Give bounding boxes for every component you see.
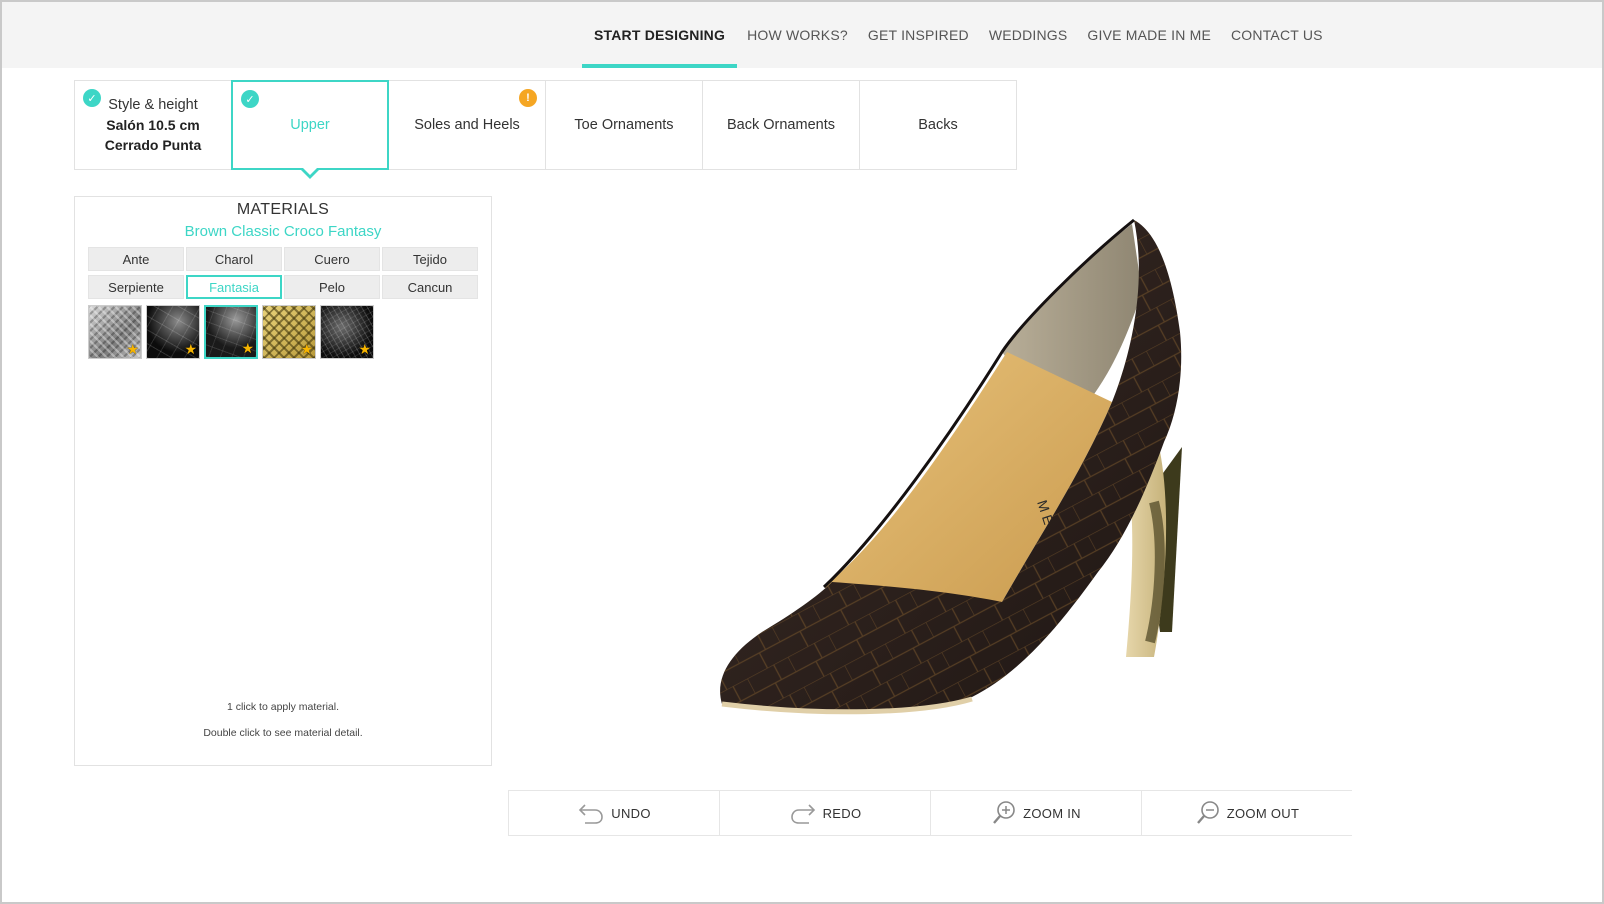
zoom-in-label: ZOOM IN	[1023, 805, 1081, 821]
zoom-out-button[interactable]: ZOOM OUT	[1141, 791, 1352, 835]
material-swatch-selected[interactable]: ★	[204, 305, 258, 359]
zoom-out-label: ZOOM OUT	[1226, 805, 1300, 821]
main-nav: START DESIGNING HOW WORKS? GET INSPIRED …	[582, 2, 1333, 68]
nav-how-works[interactable]: HOW WORKS?	[737, 2, 858, 68]
zoom-out-icon	[1196, 801, 1219, 824]
selected-material-name: Brown Classic Croco Fantasy	[184, 223, 382, 240]
step-title: Upper	[290, 117, 330, 133]
nav-give-made-in-me[interactable]: GIVE MADE IN ME	[1077, 2, 1221, 68]
material-categories: Ante Charol Cuero Tejido Serpiente Fanta…	[88, 247, 480, 299]
star-icon: ★	[358, 341, 371, 357]
category-serpiente[interactable]: Serpiente	[88, 275, 184, 299]
active-step-pointer	[300, 167, 320, 179]
step-back-ornaments[interactable]: Back Ornaments	[702, 80, 860, 170]
step-style-height[interactable]: ✓ Style & height Salón 10.5 cm Cerrado P…	[74, 80, 232, 170]
star-icon: ★	[184, 341, 197, 357]
redo-button[interactable]: REDO	[719, 791, 930, 835]
redo-label: REDO	[822, 805, 862, 821]
viewer-toolbar: UNDO REDO ZOOM IN ZOOM OUT	[508, 790, 1352, 836]
star-icon: ★	[300, 341, 313, 357]
app-window: START DESIGNING HOW WORKS? GET INSPIRED …	[0, 0, 1604, 904]
star-icon: ★	[241, 340, 254, 356]
category-tejido[interactable]: Tejido	[382, 247, 478, 271]
shoe-3d-viewer[interactable]: M E	[702, 202, 1322, 742]
step-title: Soles and Heels	[414, 117, 520, 133]
material-swatches: ★ ★ ★ ★ ★	[88, 305, 374, 359]
zoom-in-icon	[993, 801, 1015, 824]
nav-get-inspired[interactable]: GET INSPIRED	[858, 2, 979, 68]
apply-material-hint: 1 click to apply material.	[226, 701, 340, 713]
zoom-in-button[interactable]: ZOOM IN	[930, 791, 1141, 835]
check-icon: ✓	[241, 90, 259, 108]
step-subtitle: Salón 10.5 cm Cerrado Punta	[104, 117, 202, 153]
materials-title: MATERIALS	[236, 201, 330, 218]
category-cancun[interactable]: Cancun	[382, 275, 478, 299]
nav-contact-us[interactable]: CONTACT US	[1221, 2, 1333, 68]
material-swatch[interactable]: ★	[262, 305, 316, 359]
material-swatch[interactable]: ★	[146, 305, 200, 359]
nav-start-designing[interactable]: START DESIGNING	[582, 2, 738, 68]
design-steps: ✓ Style & height Salón 10.5 cm Cerrado P…	[74, 80, 1017, 179]
step-title: Backs	[918, 117, 958, 133]
material-swatch[interactable]: ★	[88, 305, 142, 359]
category-cuero[interactable]: Cuero	[284, 247, 380, 271]
exclamation-icon: !	[519, 89, 537, 107]
material-detail-hint: Double click to see material detail.	[203, 727, 363, 739]
materials-panel: MATERIALS Brown Classic Croco Fantasy An…	[74, 196, 492, 766]
shoe-render: M E	[720, 218, 1182, 715]
step-upper[interactable]: ✓ Upper	[231, 80, 389, 179]
step-soles-and-heels[interactable]: ! Soles and Heels	[388, 80, 546, 170]
category-ante[interactable]: Ante	[88, 247, 184, 271]
undo-label: UNDO	[611, 805, 651, 821]
step-title: Toe Ornaments	[574, 117, 674, 133]
nav-weddings[interactable]: WEDDINGS	[979, 2, 1078, 68]
category-pelo[interactable]: Pelo	[284, 275, 380, 299]
step-toe-ornaments[interactable]: Toe Ornaments	[545, 80, 703, 170]
step-title: Back Ornaments	[727, 117, 835, 133]
step-backs[interactable]: Backs	[859, 80, 1017, 170]
check-icon: ✓	[83, 89, 101, 107]
category-fantasia[interactable]: Fantasia	[186, 275, 282, 299]
undo-icon	[579, 804, 604, 824]
step-title: Style & height	[108, 97, 198, 113]
undo-button[interactable]: UNDO	[508, 791, 719, 835]
category-charol[interactable]: Charol	[186, 247, 282, 271]
top-navigation-bar: START DESIGNING HOW WORKS? GET INSPIRED …	[2, 2, 1602, 68]
redo-icon	[790, 804, 815, 824]
material-swatch[interactable]: ★	[320, 305, 374, 359]
star-icon: ★	[126, 341, 139, 357]
